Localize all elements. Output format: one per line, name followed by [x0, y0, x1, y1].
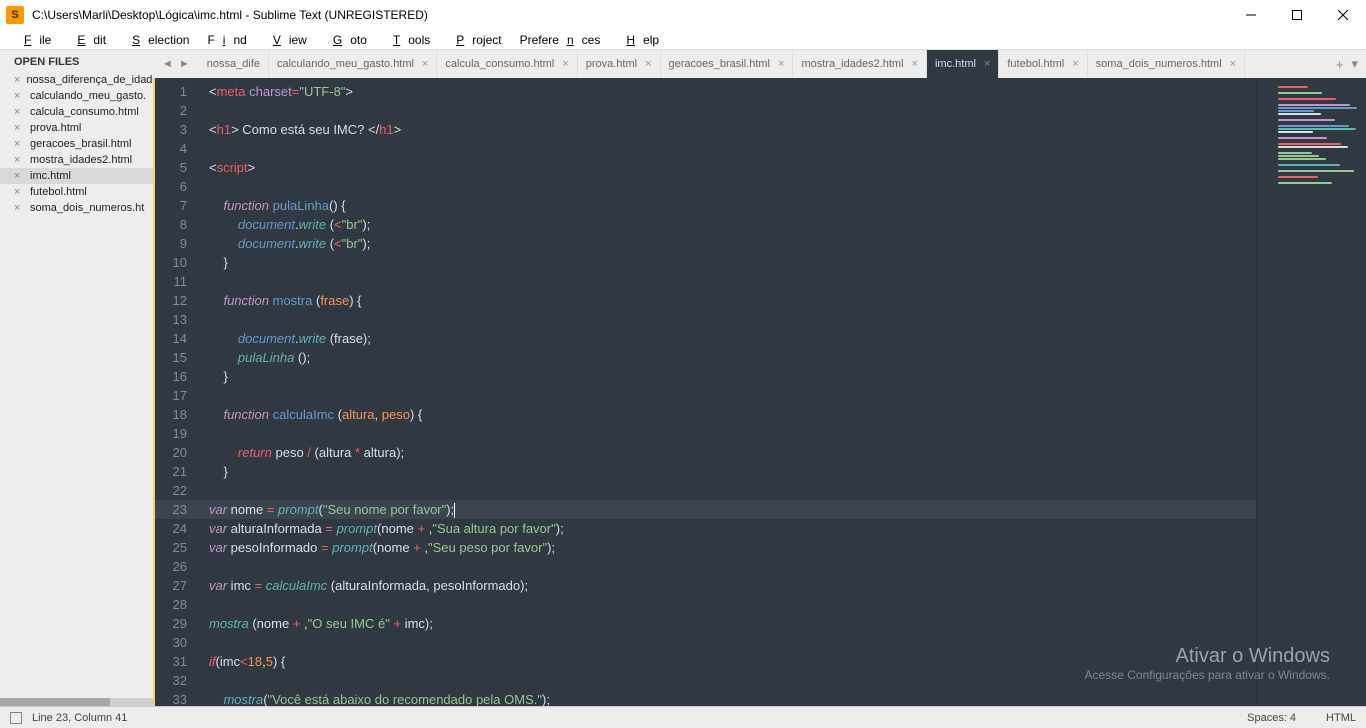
menu-edit[interactable]: Edit [61, 31, 114, 49]
tab-close-icon[interactable]: × [645, 58, 651, 70]
menu-view[interactable]: View [257, 31, 315, 49]
statusbar-syntax[interactable]: HTML [1326, 712, 1356, 724]
tab-close-icon[interactable]: × [1072, 58, 1078, 70]
tabs: nossa_difecalculando_meu_gasto.html×calc… [199, 50, 1328, 78]
window-title: C:\Users\Marli\Desktop\Lógica\imc.html -… [32, 8, 1228, 22]
menu-help[interactable]: Help [610, 31, 667, 49]
tab-close-icon[interactable]: × [1230, 58, 1236, 70]
tab-label: geracoes_brasil.html [669, 58, 771, 70]
tab-label: imc.html [935, 58, 976, 70]
open-file-name: geracoes_brasil.html [30, 138, 132, 150]
tab[interactable]: prova.html × [578, 50, 661, 78]
close-icon[interactable]: × [14, 90, 24, 102]
statusbar-spaces[interactable]: Spaces: 4 [1247, 712, 1296, 724]
tab[interactable]: calculando_meu_gasto.html × [269, 50, 437, 78]
statusbar-position[interactable]: Line 23, Column 41 [32, 712, 127, 724]
statusbar-panel-icon[interactable] [10, 712, 22, 724]
tab-nav-next-icon[interactable]: ► [176, 58, 193, 70]
menu-tools[interactable]: Tools [377, 31, 438, 49]
open-file-item[interactable]: × nossa_diferença_de_idade [0, 72, 153, 88]
new-tab-icon[interactable]: + [1336, 57, 1344, 72]
open-file-name: soma_dois_numeros.ht [30, 202, 144, 214]
tab-close-icon[interactable]: × [984, 58, 990, 70]
tab[interactable]: imc.html × [927, 50, 999, 78]
open-files-list: ×nossa_diferença_de_idade×calculando_meu… [0, 72, 153, 216]
menu-project[interactable]: Project [440, 31, 509, 49]
minimize-button[interactable] [1228, 0, 1274, 30]
window-titlebar: S C:\Users\Marli\Desktop\Lógica\imc.html… [0, 0, 1366, 30]
tab-menu-icon[interactable]: ▾ [1351, 56, 1358, 72]
tab-close-icon[interactable]: × [778, 58, 784, 70]
open-file-item[interactable]: × mostra_idades2.html [0, 152, 153, 168]
tab[interactable]: geracoes_brasil.html × [661, 50, 794, 78]
open-file-item[interactable]: × calcula_consumo.html [0, 104, 153, 120]
line-gutter: 1234567891011121314151617181920212223242… [155, 78, 197, 706]
open-file-item[interactable]: × geracoes_brasil.html [0, 136, 153, 152]
tab-label: nossa_dife [207, 58, 260, 70]
tab-label: soma_dois_numeros.html [1096, 58, 1222, 70]
tab-close-icon[interactable]: × [422, 58, 428, 70]
open-file-name: nossa_diferença_de_idade [26, 74, 153, 86]
tab-bar: ◄ ► nossa_dife calculando_meu_gasto.html ×… [153, 50, 1366, 78]
close-icon[interactable]: × [14, 74, 20, 86]
tab[interactable]: nossa_dife [199, 50, 269, 78]
tab-label: mostra_idades2.html [801, 58, 903, 70]
sidebar-scrollbar-thumb[interactable] [0, 698, 110, 706]
close-button[interactable] [1320, 0, 1366, 30]
menu-file[interactable]: File [8, 31, 59, 49]
minimap[interactable] [1256, 78, 1366, 706]
maximize-button[interactable] [1274, 0, 1320, 30]
open-file-name: calcula_consumo.html [30, 106, 139, 118]
open-file-name: imc.html [30, 170, 71, 182]
close-icon[interactable]: × [14, 154, 24, 166]
window-controls [1228, 0, 1366, 30]
status-bar: Line 23, Column 41 Spaces: 4 HTML [0, 706, 1366, 728]
open-file-item[interactable]: × soma_dois_numeros.ht [0, 200, 153, 216]
tab-label: calculando_meu_gasto.html [277, 58, 414, 70]
tab-nav: ◄ ► [153, 50, 199, 78]
sidebar-scrollbar[interactable] [0, 698, 153, 706]
sidebar: OPEN FILES ×nossa_diferença_de_idade×cal… [0, 50, 153, 706]
open-file-item[interactable]: × calculando_meu_gasto. [0, 88, 153, 104]
app-icon: S [6, 6, 24, 24]
close-icon[interactable]: × [14, 170, 24, 182]
tab-label: calcula_consumo.html [445, 58, 554, 70]
tab[interactable]: futebol.html × [999, 50, 1087, 78]
tab[interactable]: mostra_idades2.html × [793, 50, 927, 78]
menu-bar: File Edit Selection Find View Goto Tools… [0, 30, 1366, 50]
open-file-name: prova.html [30, 122, 81, 134]
tab-label: futebol.html [1007, 58, 1064, 70]
open-file-item[interactable]: × prova.html [0, 120, 153, 136]
menu-find[interactable]: Find [199, 31, 254, 49]
menu-preferences[interactable]: Preferences [512, 31, 609, 49]
code-editor[interactable]: 1234567891011121314151617181920212223242… [153, 78, 1366, 706]
tab[interactable]: calcula_consumo.html × [437, 50, 577, 78]
tab-close-icon[interactable]: × [912, 58, 918, 70]
minimap-content [1278, 86, 1358, 185]
tab-label: prova.html [586, 58, 637, 70]
tab-nav-prev-icon[interactable]: ◄ [159, 58, 176, 70]
close-icon[interactable]: × [14, 122, 24, 134]
open-file-name: calculando_meu_gasto. [30, 90, 146, 102]
tab-close-icon[interactable]: × [562, 58, 568, 70]
tab-actions: + ▾ [1328, 50, 1366, 78]
close-icon[interactable]: × [14, 202, 24, 214]
menu-selection[interactable]: Selection [116, 31, 197, 49]
open-file-name: futebol.html [30, 186, 87, 198]
close-icon[interactable]: × [14, 138, 24, 150]
menu-goto[interactable]: Goto [317, 31, 375, 49]
sidebar-header: OPEN FILES [0, 50, 153, 72]
open-file-name: mostra_idades2.html [30, 154, 132, 166]
code-content[interactable]: <meta charset="UTF-8"> <h1> Como está se… [197, 78, 1256, 706]
tab[interactable]: soma_dois_numeros.html × [1088, 50, 1245, 78]
close-icon[interactable]: × [14, 106, 24, 118]
open-file-item[interactable]: × futebol.html [0, 184, 153, 200]
editor-area: ◄ ► nossa_dife calculando_meu_gasto.html ×… [153, 50, 1366, 706]
open-file-item[interactable]: × imc.html [0, 168, 153, 184]
close-icon[interactable]: × [14, 186, 24, 198]
